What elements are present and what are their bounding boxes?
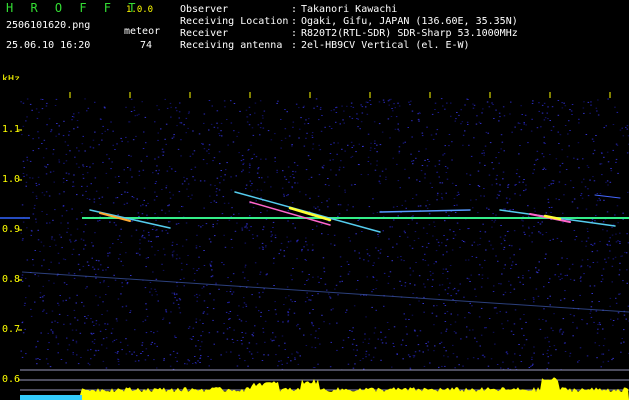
- freq-tick-label: 1.0: [2, 174, 21, 185]
- app-version: 1.0.0: [126, 5, 154, 15]
- observer-value: Takanori Kawachi: [301, 4, 398, 15]
- spectrogram-area: [0, 80, 629, 400]
- meteor-count: 74: [140, 40, 153, 51]
- antenna-value: 2el-HB9CV Vertical (el. E-W): [301, 40, 470, 51]
- observer-colon: :: [291, 4, 298, 15]
- freq-tick-label: 0.8: [2, 274, 21, 285]
- freq-tick-label: 0.6: [2, 374, 21, 385]
- receiver-colon: :: [291, 28, 298, 39]
- spectrogram-background: [0, 80, 629, 400]
- receiver-label: Receiver: [180, 28, 229, 39]
- file-name: 2506101620.png: [6, 20, 91, 31]
- antenna-colon: :: [291, 40, 298, 51]
- header-panel: H R O F F T 1.0.0 2506101620.png 25.06.1…: [0, 0, 629, 80]
- location-value: Ogaki, Gifu, JAPAN (136.60E, 35.35N): [301, 16, 518, 27]
- receiver-value: R820T2(RTL-SDR) SDR-Sharp 53.1000MHz: [301, 28, 518, 39]
- freq-tick-label: 0.7: [2, 324, 21, 335]
- freq-tick-label: 0.9: [2, 224, 21, 235]
- observer-label: Observer: [180, 4, 229, 15]
- capture-datetime: 25.06.10 16:20: [6, 40, 91, 51]
- freq-tick-label: 1.1: [2, 124, 21, 135]
- app-title: H R O F F T: [6, 1, 141, 15]
- location-label: Receiving Location: [180, 16, 289, 27]
- location-colon: :: [291, 16, 298, 27]
- meteor-label: meteor: [124, 26, 161, 37]
- antenna-label: Receiving antenna: [180, 40, 283, 51]
